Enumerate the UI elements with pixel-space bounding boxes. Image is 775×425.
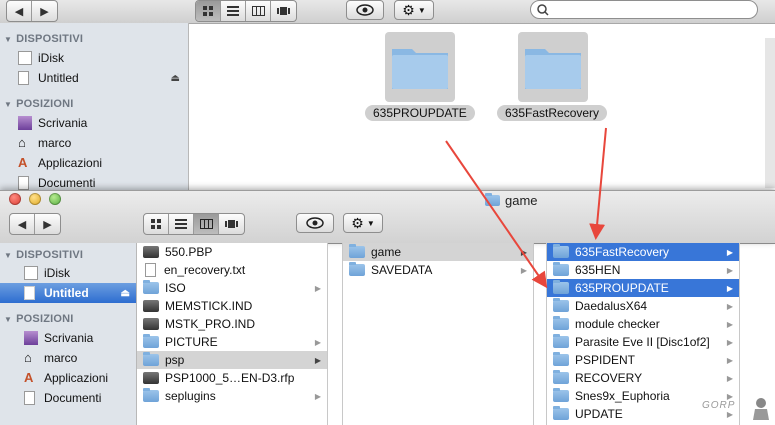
arrow-to-635proupdate bbox=[445, 140, 548, 289]
annotation-arrows bbox=[445, 127, 607, 289]
arrow-to-635fastrecovery bbox=[589, 127, 607, 240]
